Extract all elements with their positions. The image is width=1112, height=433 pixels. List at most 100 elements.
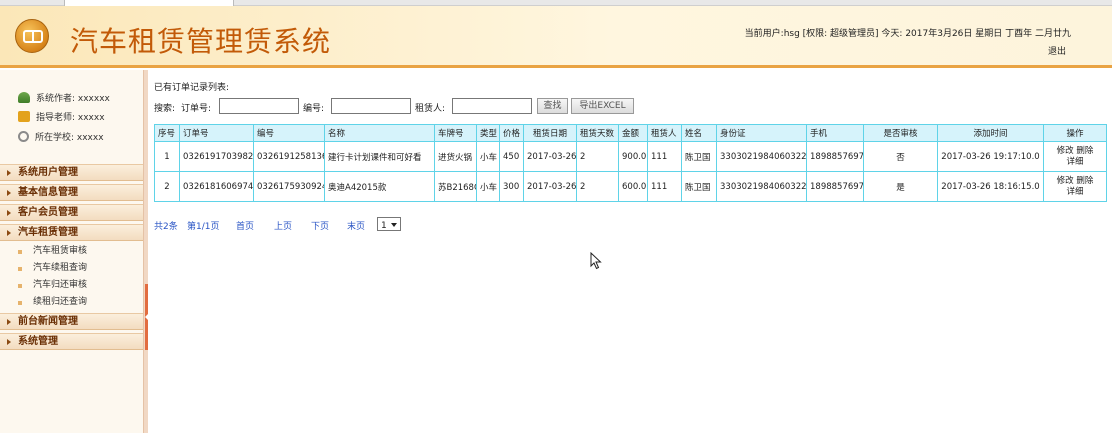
cell-days: 2: [576, 141, 619, 172]
cell-price: 300: [499, 171, 524, 202]
submenu-renewal-return-query[interactable]: 续租归还查询: [0, 294, 143, 311]
delete-link[interactable]: 删除: [1076, 176, 1093, 186]
submenu-label: 汽车续租查询: [33, 263, 88, 273]
cell-name: 奥迪A42015款: [324, 171, 435, 202]
cell-phone: 18988576978: [806, 141, 864, 172]
cell-fullname: 陈卫国: [681, 171, 717, 202]
menu-label: 客户会员管理: [18, 207, 78, 218]
author-label: 系统作者: xxxxxx: [36, 94, 110, 104]
current-user-info: 当前用户:hsg [权限: 超级管理员] 今天: 2017年3月26日 星期日 …: [744, 29, 1071, 39]
pager-last-link[interactable]: 末页: [347, 219, 365, 232]
pager-prev-link[interactable]: 上页: [274, 219, 292, 232]
menu-label: 汽车租赁管理: [18, 227, 78, 238]
edit-link[interactable]: 修改: [1057, 176, 1074, 186]
author-icon: [18, 92, 30, 103]
col-header: 姓名: [681, 124, 717, 142]
chevron-down-icon: [391, 223, 397, 227]
table-row: 2 03261816069748 03261759309245 奥迪A42015…: [154, 171, 1107, 202]
app-title: 汽车租赁管理赁系统: [70, 25, 332, 58]
cell-rent-date: 2017-03-26: [523, 141, 577, 172]
logout-link[interactable]: 退出: [1048, 44, 1066, 57]
submenu-renewal-query[interactable]: 汽车续租查询: [0, 260, 143, 277]
col-header: 序号: [154, 124, 180, 142]
bullet-icon: [18, 267, 22, 271]
cell-amount: 900.0: [618, 141, 648, 172]
page-select-value: 1: [381, 221, 387, 231]
col-header: 名称: [324, 124, 435, 142]
edit-link[interactable]: 修改: [1057, 146, 1074, 156]
submenu-label: 续租归还查询: [33, 297, 88, 307]
cell-order-no: 03261816069748: [179, 171, 254, 202]
bullet-icon: [18, 301, 22, 305]
menu-label: 前台新闻管理: [18, 316, 78, 327]
sidebar-teacher-info: 指导老师: xxxxx: [18, 110, 105, 123]
cell-name: 建行卡计划课件和可好看: [324, 141, 435, 172]
menu-label: 基本信息管理: [18, 187, 78, 198]
cell-plate: 苏B2168C: [434, 171, 477, 202]
pager-first-link[interactable]: 首页: [236, 219, 254, 232]
cell-id-card: 330302198406032236: [716, 171, 807, 202]
cell-amount: 600.0: [618, 171, 648, 202]
menu-system[interactable]: 系统管理: [0, 333, 143, 350]
cell-days: 2: [576, 171, 619, 202]
col-header: 租赁日期: [523, 124, 577, 142]
chevron-right-icon: [7, 170, 11, 176]
page-select[interactable]: 1: [377, 217, 401, 231]
cell-reviewed: 否: [863, 141, 938, 172]
chevron-right-icon: [7, 190, 11, 196]
teacher-label: 指导老师: xxxxx: [36, 113, 105, 123]
pager-total: 共2条: [154, 222, 178, 232]
cell-renter: 111: [647, 141, 682, 172]
detail-link[interactable]: 详细: [1066, 157, 1083, 167]
code-input[interactable]: [331, 98, 411, 114]
cell-id-card: 330302198406032236: [716, 141, 807, 172]
menu-customers[interactable]: 客户会员管理: [0, 204, 143, 221]
app-header: 汽车租赁管理赁系统 当前用户:hsg [权限: 超级管理员] 今天: 2017年…: [0, 6, 1112, 68]
mouse-cursor-icon: [590, 252, 602, 270]
renter-input[interactable]: [452, 98, 532, 114]
cell-actions: 修改 删除 详细: [1043, 141, 1107, 172]
col-header: 手机: [806, 124, 864, 142]
col-header: 编号: [253, 124, 325, 142]
menu-news[interactable]: 前台新闻管理: [0, 313, 143, 330]
order-no-input[interactable]: [219, 98, 299, 114]
pager-page: 第1/1页: [187, 222, 220, 232]
sidebar-splitter[interactable]: [143, 70, 148, 433]
order-no-label: 订单号:: [181, 104, 212, 114]
collapse-handle[interactable]: [145, 284, 148, 350]
submenu-label: 汽车归还审核: [33, 280, 88, 290]
cell-phone: 18988576978: [806, 171, 864, 202]
sidebar: 系统作者: xxxxxx 指导老师: xxxxx 所在学校: xxxxx 系统用…: [0, 70, 143, 433]
logo-icon: [15, 19, 49, 53]
submenu-rental-review[interactable]: 汽车租赁审核: [0, 243, 143, 260]
school-label: 所在学校: xxxxx: [35, 133, 104, 143]
delete-link[interactable]: 删除: [1076, 146, 1093, 156]
menu-car-rental[interactable]: 汽车租赁管理: [0, 224, 143, 241]
col-header: 租赁天数: [576, 124, 619, 142]
pager-next-link[interactable]: 下页: [311, 219, 329, 232]
school-icon: [18, 131, 29, 142]
cell-code: 03261912581369: [253, 141, 325, 172]
export-excel-button[interactable]: 导出EXCEL: [571, 98, 634, 114]
cell-renter: 111: [647, 171, 682, 202]
search-button[interactable]: 查找: [537, 98, 568, 114]
submenu-return-review[interactable]: 汽车归还审核: [0, 277, 143, 294]
cell-actions: 修改 删除 详细: [1043, 171, 1107, 202]
code-label: 编号:: [303, 104, 325, 114]
col-header: 操作: [1043, 124, 1107, 142]
cell-fullname: 陈卫国: [681, 141, 717, 172]
col-header: 车牌号: [434, 124, 477, 142]
menu-label: 系统用户管理: [18, 167, 78, 178]
chevron-right-icon: [7, 319, 11, 325]
detail-link[interactable]: 详细: [1066, 187, 1083, 197]
cell-plate: 进货火锅: [434, 141, 477, 172]
col-header: 类型: [476, 124, 500, 142]
menu-basic-info[interactable]: 基本信息管理: [0, 184, 143, 201]
col-header: 添加时间: [937, 124, 1044, 142]
cell-index: 2: [154, 171, 180, 202]
bullet-icon: [18, 250, 22, 254]
cell-code: 03261759309245: [253, 171, 325, 202]
col-header: 金额: [618, 124, 648, 142]
col-header: 是否审核: [863, 124, 938, 142]
menu-system-users[interactable]: 系统用户管理: [0, 164, 143, 181]
